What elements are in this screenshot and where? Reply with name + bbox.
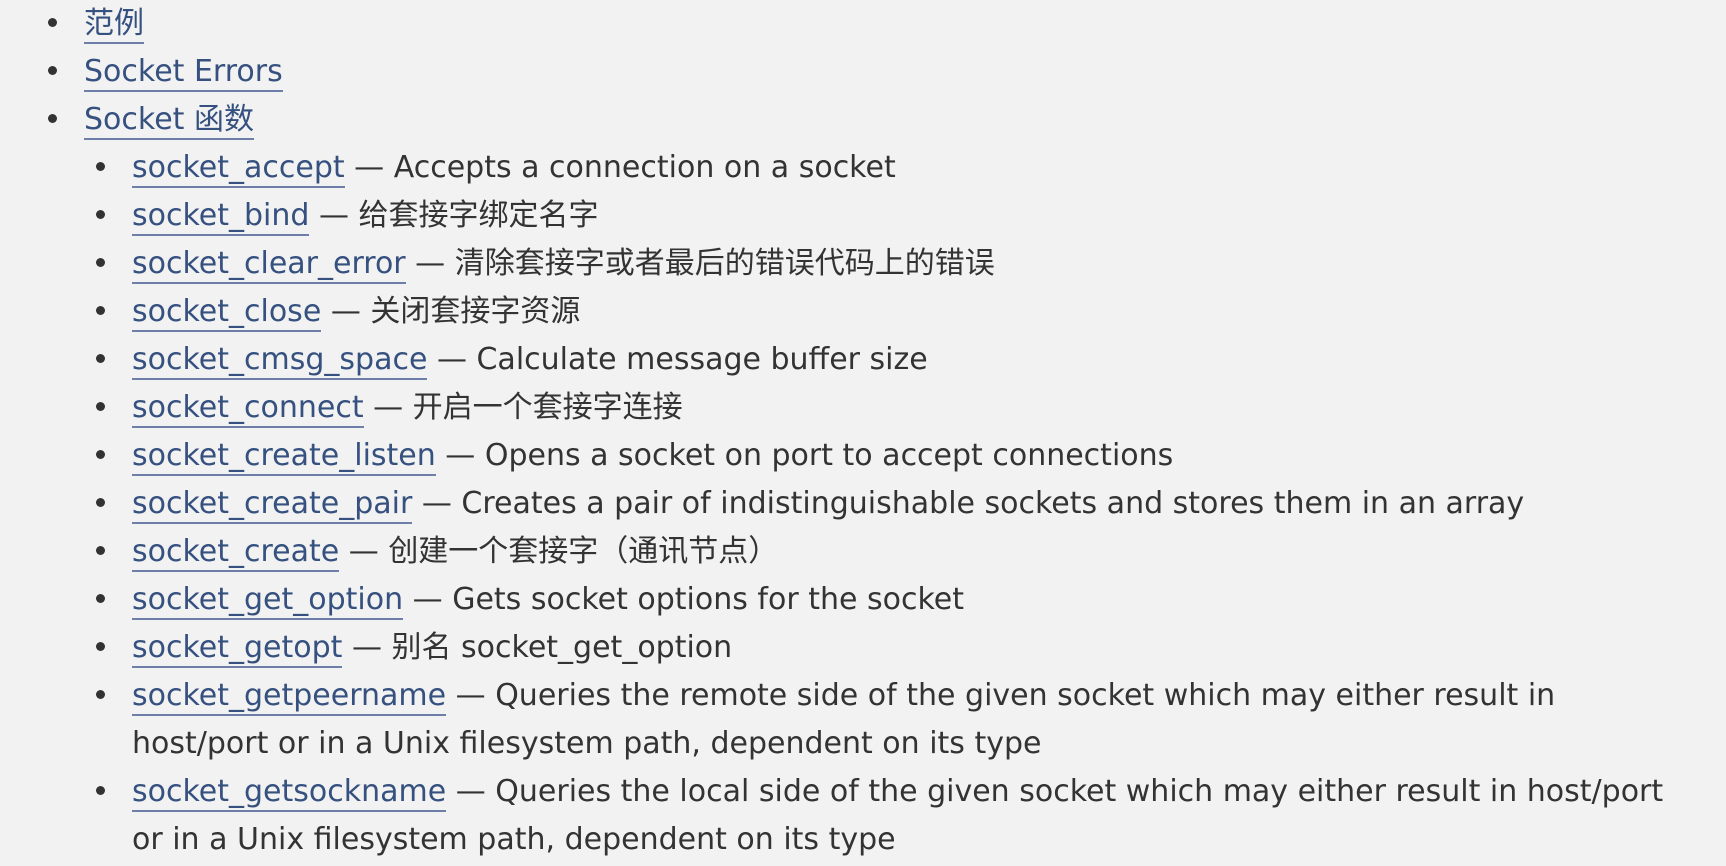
separator: — — [405, 246, 455, 281]
link-socket-functions[interactable]: Socket 函数 — [84, 102, 254, 140]
function-item: socket_create_pair — Creates a pair of i… — [0, 480, 1690, 528]
function-link[interactable]: socket_clear_error — [132, 246, 406, 284]
function-description: 别名 socket_get_option — [391, 630, 733, 665]
function-description: 清除套接字或者最后的错误代码上的错误 — [454, 246, 995, 281]
function-link[interactable]: socket_close — [132, 294, 322, 332]
function-description: Accepts a connection on a socket — [393, 150, 896, 185]
toc-list: 范例 Socket Errors Socket 函数 socket_accept… — [0, 0, 1690, 864]
function-description: Calculate message buffer size — [476, 342, 928, 377]
function-item: socket_getsockname — Queries the local s… — [0, 768, 1690, 864]
function-item: socket_close — 关闭套接字资源 — [0, 288, 1690, 336]
function-link[interactable]: socket_getsockname — [132, 774, 447, 812]
bullet-icon — [96, 210, 105, 219]
bullet-icon — [96, 690, 105, 699]
bullet-icon — [96, 498, 105, 507]
bullet-icon — [96, 258, 105, 267]
toc-subsection: socket_accept — Accepts a connection on … — [0, 144, 1690, 864]
toc-item-socket-functions: Socket 函数 — [0, 96, 1690, 144]
function-item: socket_create — 创建一个套接字（通讯节点） — [0, 528, 1690, 576]
bullet-icon — [96, 642, 105, 651]
bullet-icon — [96, 546, 105, 555]
function-link[interactable]: socket_cmsg_space — [132, 342, 428, 380]
bullet-icon — [96, 594, 105, 603]
separator: — — [446, 678, 496, 713]
function-link[interactable]: socket_getopt — [132, 630, 343, 668]
toc-item-socket-errors: Socket Errors — [0, 48, 1690, 96]
bullet-icon — [96, 450, 105, 459]
function-link[interactable]: socket_create — [132, 534, 340, 572]
function-item: socket_bind — 给套接字绑定名字 — [0, 192, 1690, 240]
separator: — — [339, 534, 389, 569]
link-examples[interactable]: 范例 — [84, 6, 144, 44]
function-link[interactable]: socket_bind — [132, 198, 310, 236]
separator: — — [342, 630, 392, 665]
function-item: socket_create_listen — Opens a socket on… — [0, 432, 1690, 480]
bullet-icon — [96, 306, 105, 315]
bullet-icon — [96, 354, 105, 363]
function-item: socket_connect — 开启一个套接字连接 — [0, 384, 1690, 432]
function-description: 给套接字绑定名字 — [358, 198, 599, 233]
function-link[interactable]: socket_connect — [132, 390, 364, 428]
function-description: 关闭套接字资源 — [370, 294, 581, 329]
function-description: Gets socket options for the socket — [452, 582, 964, 617]
document-page: 范例 Socket Errors Socket 函数 socket_accept… — [0, 0, 1726, 866]
function-description: Creates a pair of indistinguishable sock… — [461, 486, 1525, 521]
function-item: socket_clear_error — 清除套接字或者最后的错误代码上的错误 — [0, 240, 1690, 288]
function-item: socket_getopt — 别名 socket_get_option — [0, 624, 1690, 672]
function-item: socket_get_option — Gets socket options … — [0, 576, 1690, 624]
function-link[interactable]: socket_create_pair — [132, 486, 413, 524]
separator: — — [403, 582, 453, 617]
link-socket-errors[interactable]: Socket Errors — [84, 54, 283, 92]
separator: — — [344, 150, 394, 185]
function-list: socket_accept — Accepts a connection on … — [0, 144, 1690, 864]
function-description: 创建一个套接字（通讯节点） — [388, 534, 779, 569]
separator: — — [446, 774, 496, 809]
function-item: socket_getpeername — Queries the remote … — [0, 672, 1690, 768]
function-link[interactable]: socket_create_listen — [132, 438, 436, 476]
separator: — — [363, 390, 413, 425]
bullet-icon — [96, 402, 105, 411]
separator: — — [427, 342, 477, 377]
bullet-icon — [48, 66, 57, 75]
separator: — — [412, 486, 462, 521]
separator: — — [309, 198, 359, 233]
bullet-icon — [96, 162, 105, 171]
toc-item-examples: 范例 — [0, 0, 1690, 48]
function-link[interactable]: socket_accept — [132, 150, 345, 188]
function-link[interactable]: socket_get_option — [132, 582, 404, 620]
separator: — — [435, 438, 485, 473]
function-item: socket_cmsg_space — Calculate message bu… — [0, 336, 1690, 384]
separator: — — [321, 294, 371, 329]
bullet-icon — [96, 786, 105, 795]
function-description: Opens a socket on port to accept connect… — [484, 438, 1174, 473]
function-item: socket_accept — Accepts a connection on … — [0, 144, 1690, 192]
bullet-icon — [48, 18, 57, 27]
function-description: 开启一个套接字连接 — [412, 390, 683, 425]
function-link[interactable]: socket_getpeername — [132, 678, 447, 716]
bullet-icon — [48, 114, 57, 123]
